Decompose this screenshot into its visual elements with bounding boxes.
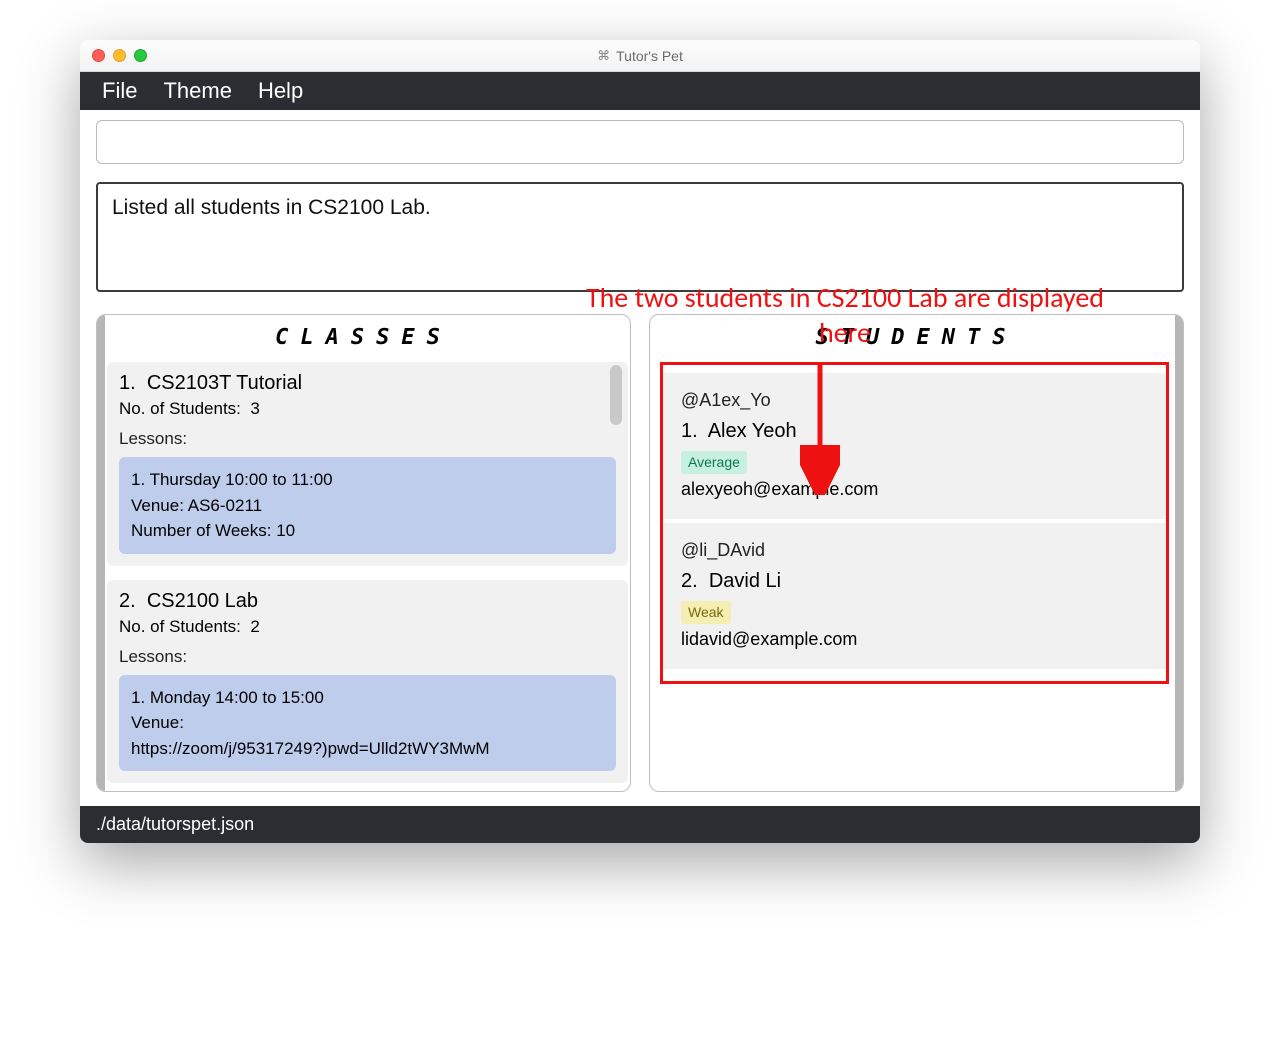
panel-right-edge	[1175, 315, 1183, 791]
lessons-label: Lessons:	[119, 429, 616, 449]
student-badge: Average	[681, 451, 747, 474]
command-input[interactable]	[96, 120, 1184, 164]
class-card[interactable]: 1. CS2103T Tutorial No. of Students: 3 L…	[107, 362, 628, 566]
class-title: 1. CS2103T Tutorial	[119, 372, 616, 395]
classes-list[interactable]: 1. CS2103T Tutorial No. of Students: 3 L…	[97, 362, 630, 791]
students-list[interactable]: @A1ex_Yo 1. Alex Yeoh Average alexyeoh@e…	[663, 373, 1166, 673]
student-handle: @li_DAvid	[681, 537, 1148, 564]
scrollbar-track[interactable]	[610, 365, 622, 783]
student-email: lidavid@example.com	[681, 626, 1148, 653]
lesson-card: 1. Thursday 10:00 to 11:00 Venue: AS6-02…	[119, 457, 616, 554]
class-student-count: No. of Students: 2	[119, 617, 616, 637]
menu-theme[interactable]: Theme	[163, 78, 231, 104]
lesson-time: 1. Thursday 10:00 to 11:00	[131, 467, 604, 493]
class-student-count: No. of Students: 3	[119, 399, 616, 419]
student-badge: Weak	[681, 601, 731, 624]
annotation-highlight-box: @A1ex_Yo 1. Alex Yeoh Average alexyeoh@e…	[660, 362, 1169, 684]
lesson-time: 1. Monday 14:00 to 15:00	[131, 685, 604, 711]
app-icon: ⌘	[597, 48, 610, 64]
panel-left-edge	[97, 315, 105, 791]
lesson-venue: Venue: https://zoom/j/95317249?)pwd=Ulld…	[131, 710, 604, 761]
menubar: File Theme Help	[80, 72, 1200, 110]
app-window: ⌘ Tutor's Pet File Theme Help Listed all…	[80, 40, 1200, 843]
lessons-label: Lessons:	[119, 647, 616, 667]
lesson-venue: Venue: AS6-0211	[131, 493, 604, 519]
window-title-text: Tutor's Pet	[616, 48, 683, 64]
close-button[interactable]	[92, 49, 105, 62]
lesson-weeks: Number of Weeks: 10	[131, 518, 604, 544]
student-handle: @A1ex_Yo	[681, 387, 1148, 414]
class-title: 2. CS2100 Lab	[119, 590, 616, 613]
student-card[interactable]: @li_DAvid 2. David Li Weak lidavid@examp…	[663, 523, 1166, 673]
classes-header: CLASSES	[97, 315, 630, 362]
maximize-button[interactable]	[134, 49, 147, 62]
student-name: 1. Alex Yeoh	[681, 416, 1148, 446]
classes-panel: CLASSES 1. CS2103T Tutorial No. of Stude…	[96, 314, 631, 792]
menu-help[interactable]: Help	[258, 78, 303, 104]
result-message: Listed all students in CS2100 Lab.	[112, 196, 431, 219]
annotation-text: The two students in CS2100 Lab are displ…	[570, 280, 1120, 350]
student-card[interactable]: @A1ex_Yo 1. Alex Yeoh Average alexyeoh@e…	[663, 373, 1166, 523]
window-title: ⌘ Tutor's Pet	[80, 48, 1200, 64]
status-path: ./data/tutorspet.json	[96, 814, 254, 834]
student-name: 2. David Li	[681, 566, 1148, 596]
result-box: Listed all students in CS2100 Lab.	[96, 182, 1184, 292]
menu-file[interactable]: File	[102, 78, 137, 104]
panels-row: CLASSES 1. CS2103T Tutorial No. of Stude…	[96, 314, 1184, 792]
student-email: alexyeoh@example.com	[681, 476, 1148, 503]
minimize-button[interactable]	[113, 49, 126, 62]
titlebar: ⌘ Tutor's Pet	[80, 40, 1200, 72]
annotation-arrow-icon	[800, 365, 840, 495]
statusbar: ./data/tutorspet.json	[80, 806, 1200, 843]
class-card[interactable]: 2. CS2100 Lab No. of Students: 2 Lessons…	[107, 580, 628, 784]
window-controls	[92, 49, 147, 62]
scrollbar-thumb[interactable]	[610, 365, 622, 425]
students-panel: STUDENTS @A1ex_Yo 1. Alex Yeoh Average a…	[649, 314, 1184, 792]
content-area: Listed all students in CS2100 Lab. The t…	[80, 110, 1200, 792]
lesson-card: 1. Monday 14:00 to 15:00 Venue: https://…	[119, 675, 616, 772]
